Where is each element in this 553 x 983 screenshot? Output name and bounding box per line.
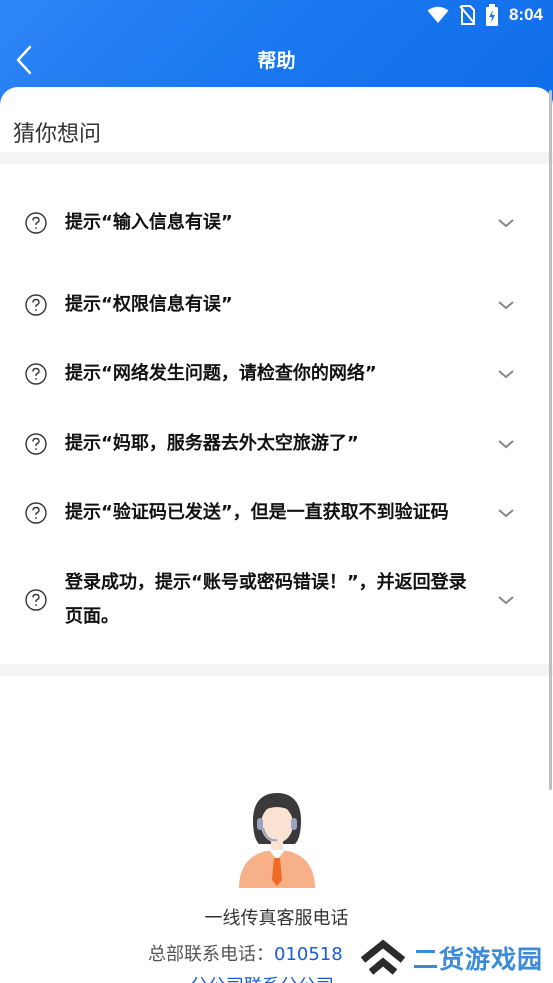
chevron-down-icon — [498, 509, 514, 518]
chevron-down-icon — [498, 370, 514, 379]
chevron-down-icon — [498, 596, 514, 605]
status-time: 8:04 — [508, 5, 543, 24]
section-divider — [0, 152, 553, 164]
faq-question: 提示“网络发生问题，请检查你的网络” — [65, 363, 377, 384]
faq-question: 提示“妈耶，服务器去外太空旅游了” — [65, 432, 359, 454]
status-bar: 8:04 — [0, 0, 553, 32]
hq-phone-number[interactable]: 010518 — [274, 944, 343, 965]
scrollbar[interactable] — [549, 90, 552, 790]
faq-list: 提示“输入信息有误” 提示“权限信息有误” 提示“网络发生问题，请检查你的网络” — [0, 176, 553, 652]
question-circle-icon — [25, 363, 47, 385]
page-title: 帮助 — [257, 50, 296, 72]
faq-question: 登录成功，提示“账号或密码错误！”，并返回登录页面。 — [65, 572, 467, 627]
chevron-down-icon — [498, 219, 514, 228]
faq-question: 提示“权限信息有误” — [65, 293, 233, 315]
watermark-text: 二货游戏园 — [412, 945, 543, 974]
question-circle-icon — [25, 502, 47, 524]
status-icons: 8:04 — [427, 4, 543, 26]
hq-phone-label: 总部联系电话： — [148, 944, 274, 965]
branch-contact[interactable]: 分公司联系分公司 — [190, 972, 334, 983]
faq-item[interactable]: 提示“输入信息有误” — [0, 176, 553, 270]
faq-question: 提示“输入信息有误” — [65, 212, 233, 233]
nav-bar: 帮助 — [0, 36, 553, 84]
question-circle-icon — [25, 432, 47, 455]
service-title: 一线传真客服电话 — [204, 908, 349, 929]
question-circle-icon — [25, 293, 47, 316]
faq-item[interactable]: 提示“验证码已发送”，但是一直获取不到验证码 — [0, 478, 553, 548]
no-sim-icon — [459, 5, 475, 25]
faq-item[interactable]: 提示“权限信息有误” — [0, 270, 553, 339]
site-watermark: 二货游戏园 — [354, 936, 547, 980]
chevron-down-icon — [498, 300, 514, 309]
faq-item[interactable]: 登录成功，提示“账号或密码错误！”，并返回登录页面。 — [0, 548, 553, 652]
section-title: 猜你想问 — [13, 122, 102, 147]
faq-question: 提示“验证码已发送”，但是一直获取不到验证码 — [65, 502, 449, 523]
battery-charging-icon — [485, 4, 498, 26]
customer-service-avatar — [239, 793, 315, 888]
question-circle-icon — [25, 212, 47, 234]
watermark-logo-icon — [360, 939, 406, 975]
question-circle-icon — [25, 589, 47, 611]
faq-item[interactable]: 提示“妈耶，服务器去外太空旅游了” — [0, 409, 553, 478]
hq-phone: 总部联系电话：010518 — [148, 940, 343, 966]
section-divider — [0, 664, 553, 676]
wifi-icon — [427, 6, 449, 23]
chevron-down-icon — [498, 439, 514, 448]
faq-item[interactable]: 提示“网络发生问题，请检查你的网络” — [0, 339, 553, 409]
